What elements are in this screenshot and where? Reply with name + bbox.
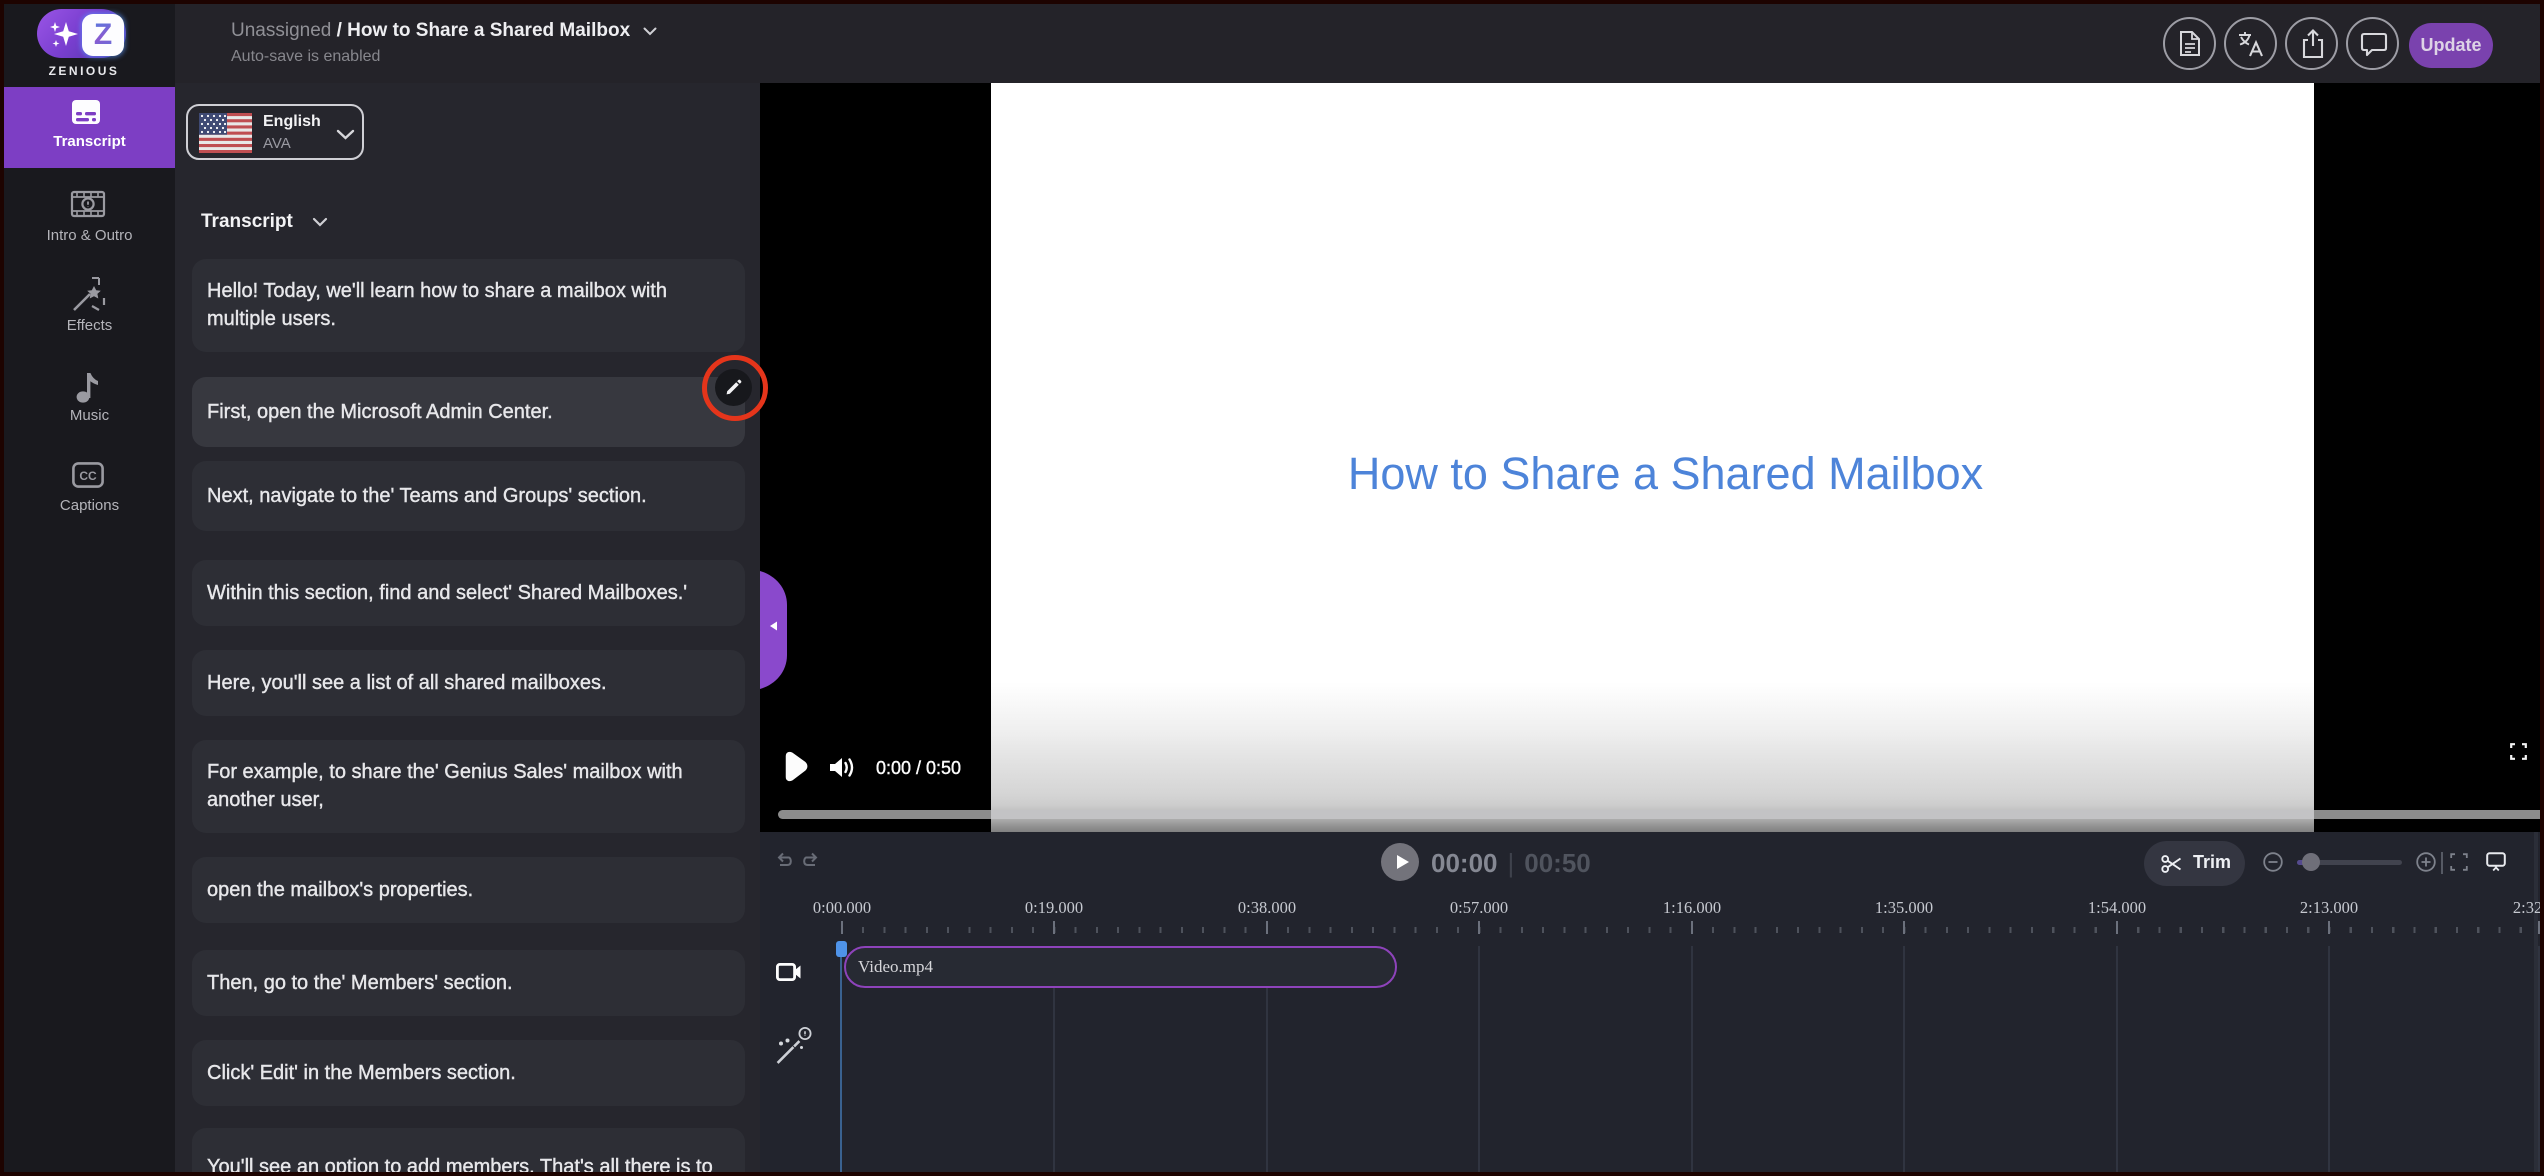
svg-text:CC: CC — [79, 469, 97, 483]
